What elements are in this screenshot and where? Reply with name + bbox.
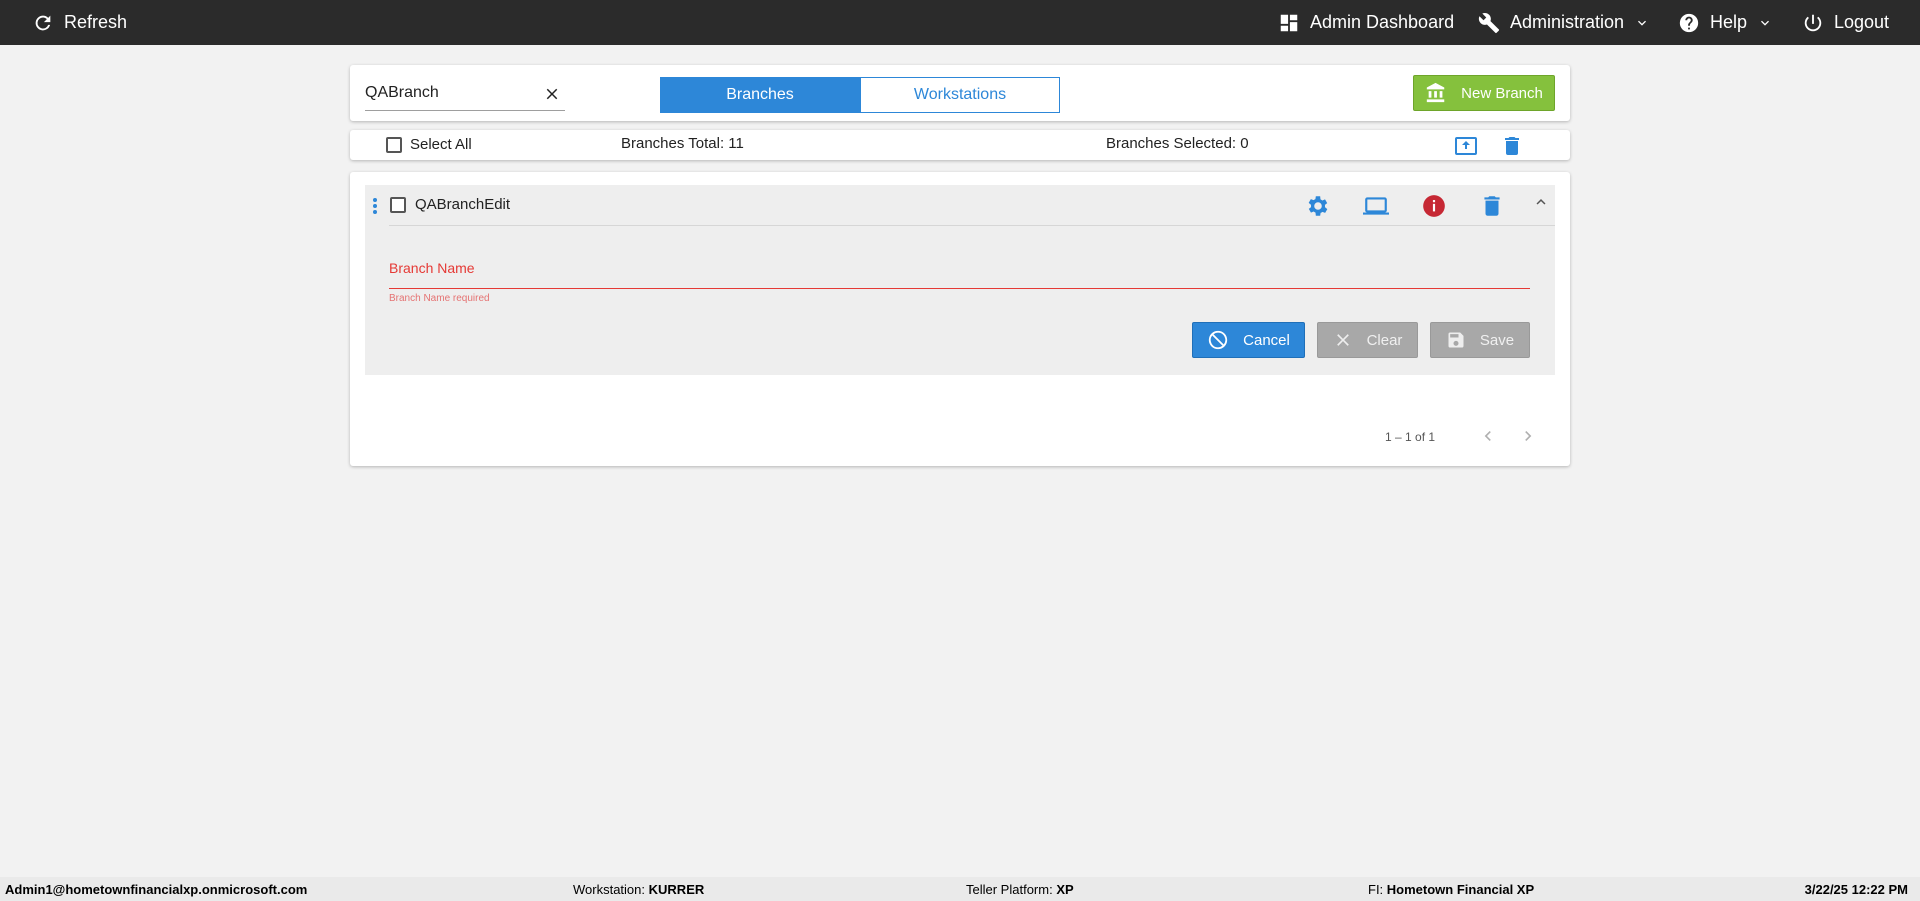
info-icon bbox=[1423, 195, 1445, 217]
branch-settings-button[interactable] bbox=[1305, 193, 1331, 219]
admin-dashboard-link[interactable]: Admin Dashboard bbox=[1278, 0, 1454, 45]
pagination-range: 1 – 1 of 1 bbox=[1385, 430, 1436, 444]
administration-label: Administration bbox=[1510, 12, 1625, 32]
save-icon bbox=[1448, 332, 1464, 348]
cancel-icon bbox=[1208, 330, 1228, 350]
footer-platform-label: Teller Platform: bbox=[966, 882, 1053, 897]
help-circle-icon bbox=[1679, 13, 1699, 32]
cancel-button[interactable]: Cancel bbox=[1192, 322, 1305, 358]
trash-icon bbox=[1484, 196, 1500, 216]
wrench-icon bbox=[1478, 12, 1500, 33]
administration-menu[interactable]: Administration bbox=[1478, 0, 1650, 45]
branch-name-error: Branch Name required bbox=[389, 293, 490, 304]
selection-summary-bar: Select All Branches Total: 11 Branches S… bbox=[350, 130, 1570, 160]
collapse-button[interactable] bbox=[1532, 193, 1550, 211]
status-footer: Admin1@hometownfinancialxp.onmicrosoft.c… bbox=[0, 877, 1920, 901]
delete-selected-button[interactable] bbox=[1500, 134, 1524, 158]
footer-workstation-value: KURRER bbox=[648, 882, 705, 897]
close-icon[interactable] bbox=[543, 85, 561, 103]
admin-dashboard-label: Admin Dashboard bbox=[1310, 12, 1455, 32]
chevron-down-icon bbox=[1638, 20, 1647, 26]
branch-toolbar: Branches Workstations New Branch bbox=[350, 65, 1570, 121]
new-branch-label: New Branch bbox=[1461, 84, 1543, 102]
save-button[interactable]: Save bbox=[1430, 322, 1530, 358]
help-label: Help bbox=[1710, 12, 1748, 32]
logout-button[interactable]: Logout bbox=[1802, 0, 1889, 45]
branch-info-button[interactable] bbox=[1421, 193, 1447, 219]
branch-item-expanded: QABranchEdit Branch Name Branch Name req… bbox=[365, 185, 1555, 375]
top-nav-bar: Refresh Admin Dashboard Administration H… bbox=[0, 0, 1920, 45]
branch-item-name: QABranchEdit bbox=[415, 196, 511, 213]
upload-icon bbox=[1455, 137, 1477, 155]
chevron-left-icon bbox=[1484, 431, 1491, 441]
clear-button[interactable]: Clear bbox=[1317, 322, 1418, 358]
trash-icon bbox=[1505, 137, 1519, 155]
previous-page-button[interactable] bbox=[1478, 426, 1498, 446]
search-input[interactable] bbox=[365, 77, 535, 109]
footer-fi-label: FI: bbox=[1368, 882, 1384, 897]
search-field bbox=[365, 77, 565, 111]
save-label: Save bbox=[1479, 331, 1515, 349]
cancel-label: Cancel bbox=[1243, 331, 1290, 349]
laptop-icon bbox=[1363, 197, 1389, 215]
refresh-icon bbox=[35, 15, 51, 30]
chevron-up-icon bbox=[1536, 199, 1546, 205]
footer-user: Admin1@hometownfinancialxp.onmicrosoft.c… bbox=[5, 882, 308, 897]
help-menu[interactable]: Help bbox=[1678, 0, 1773, 45]
power-icon bbox=[1804, 14, 1822, 31]
branch-item-checkbox[interactable] bbox=[390, 197, 406, 213]
select-all-label: Select All bbox=[410, 136, 472, 153]
clear-label: Clear bbox=[1366, 331, 1403, 349]
branch-list-card: QABranchEdit Branch Name Branch Name req… bbox=[350, 172, 1570, 466]
bank-icon bbox=[1426, 82, 1445, 103]
drag-handle-icon[interactable] bbox=[372, 197, 378, 215]
logout-label: Logout bbox=[1834, 12, 1890, 32]
branch-workstations-button[interactable] bbox=[1363, 193, 1389, 219]
new-branch-button[interactable]: New Branch bbox=[1413, 75, 1555, 111]
dashboard-icon bbox=[1280, 14, 1298, 31]
branch-delete-button[interactable] bbox=[1479, 193, 1505, 219]
chevron-right-icon bbox=[1525, 431, 1532, 441]
view-toggle: Branches Workstations bbox=[660, 77, 1060, 113]
next-page-button[interactable] bbox=[1518, 426, 1538, 446]
branches-total: Branches Total: 11 bbox=[621, 135, 744, 152]
tab-workstations[interactable]: Workstations bbox=[860, 77, 1060, 113]
chevron-down-icon bbox=[1761, 20, 1770, 26]
close-icon bbox=[1336, 334, 1349, 346]
branch-name-field[interactable]: Branch Name bbox=[389, 255, 1530, 289]
footer-datetime: 3/22/25 12:22 PM bbox=[1804, 882, 1908, 897]
refresh-label: Refresh bbox=[64, 12, 128, 32]
footer-platform-value: XP bbox=[1056, 882, 1074, 897]
gear-icon bbox=[1308, 196, 1328, 216]
divider bbox=[389, 225, 1555, 226]
refresh-button[interactable]: Refresh bbox=[32, 0, 127, 45]
footer-fi-value: Hometown Financial XP bbox=[1386, 882, 1535, 897]
branch-name-label: Branch Name bbox=[389, 260, 475, 276]
upload-button[interactable] bbox=[1454, 134, 1478, 158]
select-all-checkbox[interactable] bbox=[386, 137, 402, 153]
branches-selected: Branches Selected: 0 bbox=[1106, 135, 1249, 152]
footer-workstation-label: Workstation: bbox=[573, 882, 646, 897]
tab-branches[interactable]: Branches bbox=[660, 77, 860, 113]
